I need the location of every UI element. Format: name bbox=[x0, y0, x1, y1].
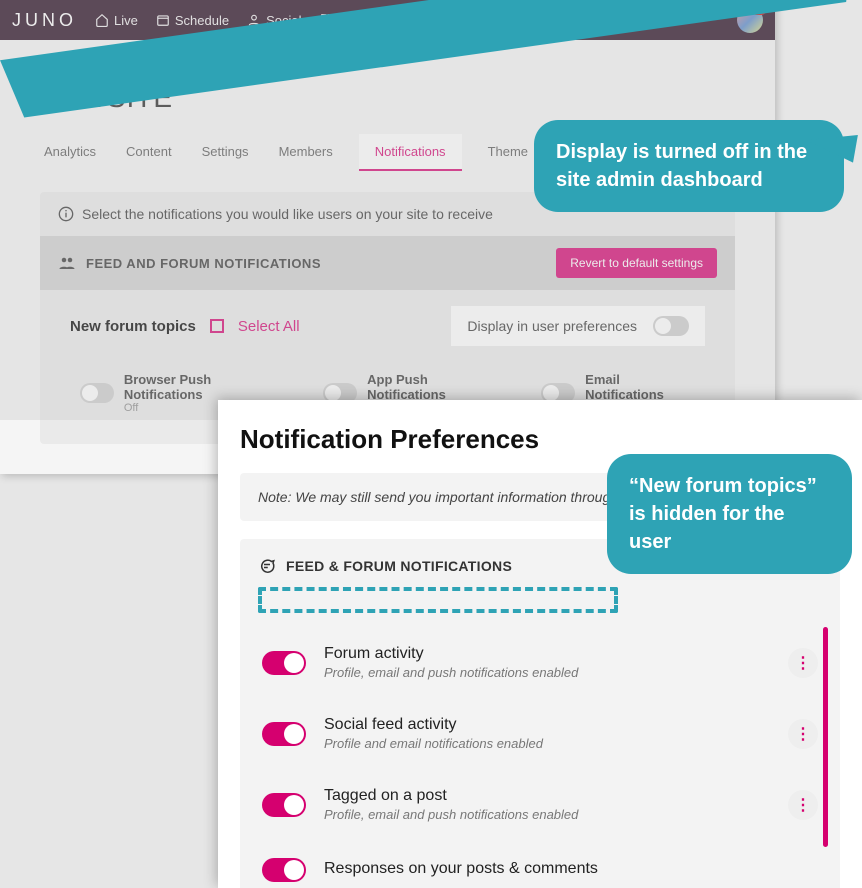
user-section: FEED & FORUM NOTIFICATIONS Forum activit… bbox=[240, 539, 840, 888]
info-icon bbox=[58, 206, 74, 222]
section-header: FEED AND FORUM NOTIFICATIONS Revert to d… bbox=[40, 236, 735, 290]
tab-members[interactable]: Members bbox=[275, 134, 337, 171]
chat-icon bbox=[258, 557, 276, 575]
pref-item: Responses on your posts & comments bbox=[258, 840, 822, 888]
channel-toggle[interactable] bbox=[80, 383, 114, 403]
pref-toggle[interactable] bbox=[262, 793, 306, 817]
pref-toggle[interactable] bbox=[262, 651, 306, 675]
pref-item: Forum activity Profile, email and push n… bbox=[258, 627, 822, 698]
more-icon[interactable]: ⋮ bbox=[788, 790, 818, 820]
pref-item: Social feed activity Profile and email n… bbox=[258, 698, 822, 769]
pref-name: Tagged on a post bbox=[324, 787, 770, 805]
more-icon[interactable]: ⋮ bbox=[788, 719, 818, 749]
pref-sub: Profile and email notifications enabled bbox=[324, 736, 770, 751]
topic-left: New forum topics Select All bbox=[70, 318, 300, 335]
instruction-text: Select the notifications you would like … bbox=[82, 206, 493, 222]
tab-notifications[interactable]: Notifications bbox=[359, 134, 462, 171]
pref-name: Social feed activity bbox=[324, 716, 770, 734]
display-pref-toggle[interactable] bbox=[653, 316, 689, 336]
pref-toggle[interactable] bbox=[262, 858, 306, 882]
topic-row: New forum topics Select All Display in u… bbox=[40, 290, 735, 362]
tab-content[interactable]: Content bbox=[122, 134, 176, 171]
pref-name: Responses on your posts & comments bbox=[324, 860, 818, 878]
pref-name: Forum activity bbox=[324, 645, 770, 663]
user-window-title: Notification Preferences bbox=[240, 424, 840, 455]
pref-list: Forum activity Profile, email and push n… bbox=[258, 627, 822, 888]
channel-title: Browser Push Notifications bbox=[124, 372, 283, 402]
people-icon bbox=[58, 254, 76, 272]
select-all-label: Select All bbox=[238, 318, 300, 335]
section-title: FEED AND FORUM NOTIFICATIONS bbox=[86, 256, 546, 271]
tab-theme[interactable]: Theme bbox=[484, 134, 532, 171]
select-all-checkbox[interactable] bbox=[210, 319, 224, 333]
pref-item: Tagged on a post Profile, email and push… bbox=[258, 769, 822, 840]
pref-sub: Profile, email and push notifications en… bbox=[324, 807, 770, 822]
pref-sub: Profile, email and push notifications en… bbox=[324, 665, 770, 680]
display-pref-label: Display in user preferences bbox=[467, 318, 637, 334]
pref-toggle[interactable] bbox=[262, 722, 306, 746]
tab-analytics[interactable]: Analytics bbox=[40, 134, 100, 171]
more-icon[interactable]: ⋮ bbox=[788, 648, 818, 678]
revert-button[interactable]: Revert to default settings bbox=[556, 248, 717, 278]
scrollbar[interactable] bbox=[823, 627, 828, 847]
user-section-title: FEED & FORUM NOTIFICATIONS bbox=[286, 558, 512, 574]
callout-user: “New forum topics” is hidden for the use… bbox=[607, 454, 852, 574]
topic-label: New forum topics bbox=[70, 318, 196, 335]
hidden-row-marker bbox=[258, 587, 618, 613]
channel-title: App Push Notifications bbox=[367, 372, 501, 402]
tab-settings[interactable]: Settings bbox=[198, 134, 253, 171]
channel-title: Email Notifications bbox=[585, 372, 695, 402]
display-pref-box: Display in user preferences bbox=[451, 306, 705, 346]
